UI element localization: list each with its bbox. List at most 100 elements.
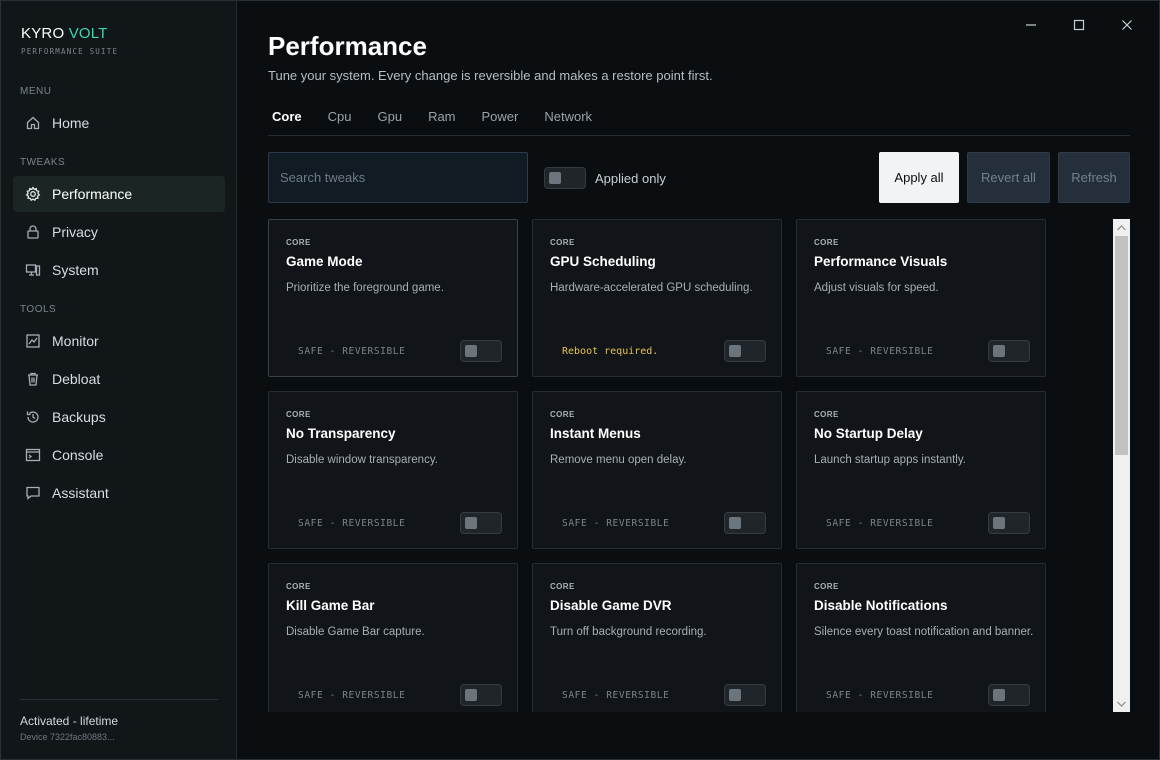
tweak-card[interactable]: CORE Disable Notifications Silence every… [796,563,1046,712]
sidebar-item-monitor[interactable]: Monitor [13,323,225,359]
revert-all-button[interactable]: Revert all [967,152,1050,203]
tweak-card[interactable]: CORE GPU Scheduling Hardware-accelerated… [532,219,782,377]
tweak-toggle[interactable] [724,340,766,362]
tweak-status: SAFE - REVERSIBLE [826,690,934,701]
tweak-title: No Transparency [286,426,396,441]
sidebar-item-system[interactable]: System [13,252,225,288]
tweak-card[interactable]: CORE Disable Game DVR Turn off backgroun… [532,563,782,712]
minimize-button[interactable] [1019,13,1043,37]
license-status: Activated - lifetime [20,714,119,728]
sidebar-item-assistant[interactable]: Assistant [13,475,225,511]
sidebar-item-label: Performance [52,186,133,202]
close-icon [1122,20,1132,30]
sidebar-item-debloat[interactable]: Debloat [13,361,225,397]
tweak-title: No Startup Delay [814,426,923,441]
sidebar-item-performance[interactable]: Performance [13,176,225,212]
scroll-up-arrow[interactable] [1113,219,1130,236]
tweak-card[interactable]: CORE No Transparency Disable window tran… [268,391,518,549]
close-button[interactable] [1115,13,1139,37]
tweak-description: Disable Game Bar capture. [286,626,425,638]
tweak-description: Remove menu open delay. [550,454,687,466]
tweak-toggle[interactable] [988,512,1030,534]
tweak-category: CORE [286,582,311,591]
tweak-title: Game Mode [286,254,363,269]
tweak-title: Disable Game DVR [550,598,672,613]
brand-name-part1: KYRO [21,25,65,42]
device-id: Device 7322fac80883... [20,732,115,742]
sidebar: KYRO VOLT PERFORMANCE SUITE MENU Home TW… [1,1,237,759]
tweak-toggle[interactable] [724,684,766,706]
sidebar-item-label: Home [52,115,90,131]
tab-power[interactable]: Power [478,107,523,135]
tweak-status: SAFE - REVERSIBLE [562,690,670,701]
refresh-button[interactable]: Refresh [1058,152,1130,203]
applied-only-label: Applied only [595,171,666,186]
tweak-title: Kill Game Bar [286,598,375,613]
tweak-category: CORE [286,238,311,247]
tweak-description: Hardware-accelerated GPU scheduling. [550,282,753,294]
tweaks-grid: CORE Game Mode Prioritize the foreground… [268,219,1068,712]
sidebar-item-label: Backups [52,409,106,425]
maximize-button[interactable] [1067,13,1091,37]
sidebar-item-home[interactable]: Home [13,105,225,141]
tweak-toggle[interactable] [724,512,766,534]
section-label-menu: MENU [20,86,52,97]
sidebar-item-label: Monitor [52,333,99,349]
sidebar-divider [20,699,218,700]
tweak-card[interactable]: CORE Instant Menus Remove menu open dela… [532,391,782,549]
scroll-thumb[interactable] [1115,236,1128,455]
tweak-description: Launch startup apps instantly. [814,454,966,466]
tweak-category: CORE [814,238,839,247]
monitor-chart-icon [25,333,41,349]
tweak-status: SAFE - REVERSIBLE [826,518,934,529]
sidebar-item-label: System [52,262,99,278]
tweak-toggle[interactable] [988,684,1030,706]
tab-core[interactable]: Core [268,107,306,135]
home-icon [25,115,41,131]
tweak-category: CORE [550,582,575,591]
tweak-card[interactable]: CORE Kill Game Bar Disable Game Bar capt… [268,563,518,712]
tweak-category: CORE [814,582,839,591]
tweak-status: SAFE - REVERSIBLE [298,690,406,701]
trash-icon [25,371,41,387]
tab-ram[interactable]: Ram [424,107,459,135]
tweak-status: SAFE - REVERSIBLE [298,346,406,357]
sidebar-item-label: Assistant [52,485,109,501]
tweak-category: CORE [286,410,311,419]
tweak-status: SAFE - REVERSIBLE [826,346,934,357]
tweak-description: Silence every toast notification and ban… [814,626,1034,638]
tweak-card[interactable]: CORE No Startup Delay Launch startup app… [796,391,1046,549]
minimize-icon [1026,24,1036,26]
sidebar-item-privacy[interactable]: Privacy [13,214,225,250]
maximize-icon [1073,19,1085,31]
tab-cpu[interactable]: Cpu [324,107,356,135]
tweak-toggle[interactable] [460,684,502,706]
tweak-toggle[interactable] [988,340,1030,362]
brand-subtitle: PERFORMANCE SUITE [21,47,119,56]
search-input[interactable] [268,152,528,203]
tweak-card[interactable]: CORE Game Mode Prioritize the foreground… [268,219,518,377]
tab-network[interactable]: Network [540,107,596,135]
sidebar-item-label: Privacy [52,224,98,240]
tweak-title: GPU Scheduling [550,254,656,269]
tweak-title: Performance Visuals [814,254,948,269]
brand: KYRO VOLT PERFORMANCE SUITE [21,25,118,56]
gear-icon [25,186,41,202]
tweak-toggle[interactable] [460,512,502,534]
category-tabs: Core Cpu Gpu Ram Power Network [268,107,1130,136]
applied-only-toggle[interactable] [544,167,586,189]
tweak-title: Instant Menus [550,426,641,441]
apply-all-button[interactable]: Apply all [879,152,959,203]
sidebar-item-console[interactable]: Console [13,437,225,473]
chat-icon [25,485,41,501]
sidebar-item-label: Console [52,447,104,463]
scroll-down-arrow[interactable] [1113,695,1130,712]
sidebar-item-label: Debloat [52,371,101,387]
chevron-down-icon [1117,701,1126,707]
tweak-description: Prioritize the foreground game. [286,282,444,294]
tweak-toggle[interactable] [460,340,502,362]
tab-gpu[interactable]: Gpu [373,107,406,135]
vertical-scrollbar[interactable] [1113,219,1130,712]
sidebar-item-backups[interactable]: Backups [13,399,225,435]
tweak-card[interactable]: CORE Performance Visuals Adjust visuals … [796,219,1046,377]
